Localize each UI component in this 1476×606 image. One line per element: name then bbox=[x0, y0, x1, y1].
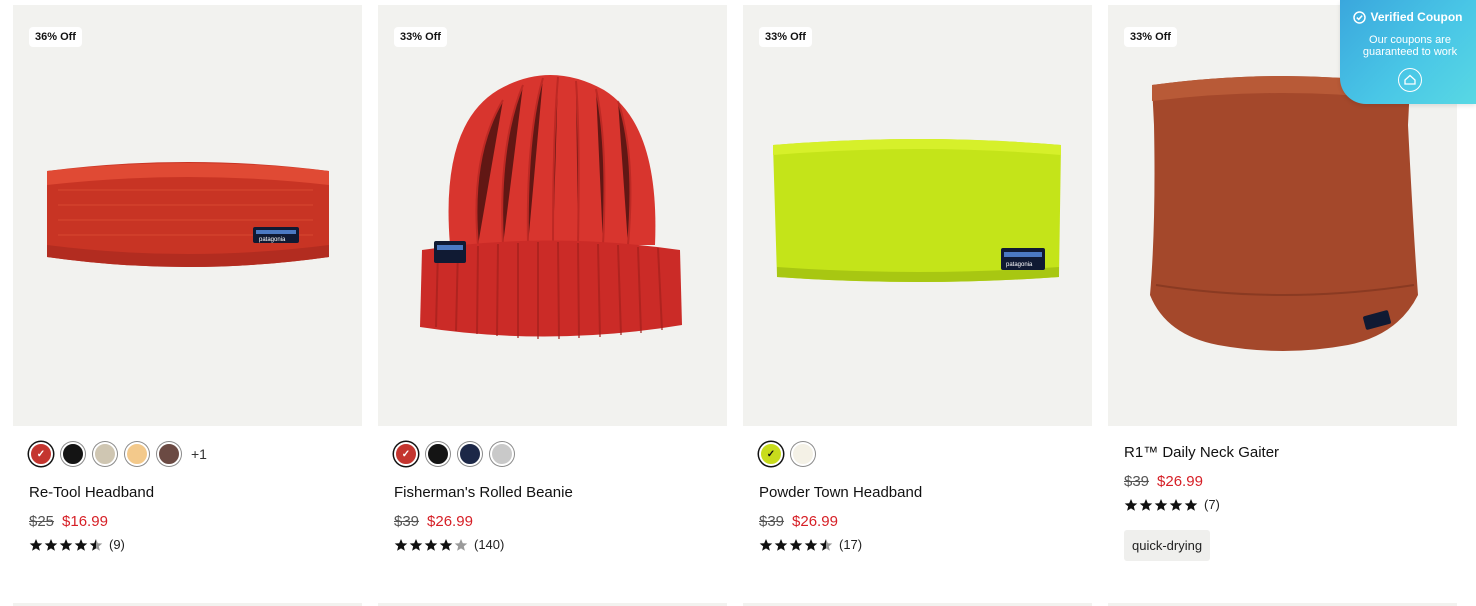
product-name[interactable]: Powder Town Headband bbox=[759, 484, 922, 501]
star-icon bbox=[29, 538, 43, 551]
color-swatches: ✓ bbox=[394, 441, 514, 467]
verified-coupon-widget[interactable]: Verified Coupon Our coupons are guarante… bbox=[1340, 0, 1476, 104]
star-icon bbox=[424, 538, 438, 551]
review-count: (17) bbox=[839, 537, 863, 552]
red-headband-image: patagonia bbox=[47, 162, 329, 267]
star-icon bbox=[439, 538, 453, 551]
product-card[interactable]: patagonia 33% Off ✓ Powder Town Headband… bbox=[743, 0, 1092, 606]
star-icon bbox=[1169, 498, 1183, 511]
color-swatch[interactable] bbox=[791, 442, 815, 466]
discount-badge: 33% Off bbox=[759, 27, 812, 47]
star-icon bbox=[1184, 498, 1198, 511]
star-icon bbox=[454, 538, 468, 551]
star-icon bbox=[394, 538, 408, 551]
star-rating bbox=[394, 538, 468, 552]
product-name[interactable]: R1™ Daily Neck Gaiter bbox=[1124, 444, 1279, 461]
product-image[interactable]: 33% Off bbox=[378, 5, 727, 426]
sale-price: $16.99 bbox=[62, 513, 108, 530]
more-colors-count[interactable]: +1 bbox=[191, 446, 207, 462]
star-rating bbox=[1124, 498, 1198, 512]
star-icon bbox=[59, 538, 73, 551]
color-swatches: ✓ +1 bbox=[29, 441, 207, 467]
sale-price: $26.99 bbox=[792, 513, 838, 530]
product-card[interactable]: 33% Off ✓ Fisherman's Rolled Beanie $39 $… bbox=[378, 0, 727, 606]
color-swatch[interactable] bbox=[93, 442, 117, 466]
original-price: $39 bbox=[1124, 473, 1150, 490]
discount-badge: 36% Off bbox=[29, 27, 82, 47]
color-swatches: ✓ bbox=[759, 441, 815, 467]
check-circle-icon bbox=[1353, 10, 1367, 24]
price-block: $39 $26.99 bbox=[1124, 473, 1203, 490]
color-swatch[interactable] bbox=[426, 442, 450, 466]
product-image[interactable]: patagonia 36% Off bbox=[13, 5, 362, 426]
star-icon bbox=[74, 538, 88, 551]
price-block: $39 $26.99 bbox=[394, 513, 473, 530]
star-icon bbox=[1124, 498, 1138, 511]
star-icon bbox=[44, 538, 58, 551]
discount-badge: 33% Off bbox=[1124, 27, 1177, 47]
color-swatch[interactable] bbox=[61, 442, 85, 466]
star-icon bbox=[819, 538, 833, 551]
coupon-title-row: Verified Coupon bbox=[1340, 10, 1476, 24]
review-count: (9) bbox=[109, 537, 125, 552]
sale-price: $26.99 bbox=[427, 513, 473, 530]
red-beanie-image bbox=[420, 75, 682, 340]
product-image[interactable]: patagonia 33% Off bbox=[743, 5, 1092, 426]
svg-text:patagonia: patagonia bbox=[1006, 262, 1033, 268]
color-swatch-selected[interactable]: ✓ bbox=[759, 442, 783, 466]
star-icon bbox=[409, 538, 423, 551]
original-price: $39 bbox=[394, 513, 420, 530]
home-logo-icon[interactable] bbox=[1398, 68, 1422, 92]
original-price: $39 bbox=[759, 513, 785, 530]
star-icon bbox=[774, 538, 788, 551]
sale-price: $26.99 bbox=[1157, 473, 1203, 490]
review-count: (7) bbox=[1204, 497, 1220, 512]
color-swatch-selected[interactable]: ✓ bbox=[29, 442, 53, 466]
color-swatch[interactable] bbox=[125, 442, 149, 466]
product-rating[interactable]: (17) bbox=[759, 537, 862, 552]
review-count: (140) bbox=[474, 537, 505, 552]
product-name[interactable]: Fisherman's Rolled Beanie bbox=[394, 484, 573, 501]
product-card[interactable]: patagonia 36% Off ✓ +1 Re-Tool Headband … bbox=[13, 0, 362, 606]
feature-tag[interactable]: quick-drying bbox=[1124, 530, 1211, 561]
color-swatch[interactable] bbox=[490, 442, 514, 466]
product-grid: patagonia 36% Off ✓ +1 Re-Tool Headband … bbox=[0, 0, 1476, 606]
svg-text:patagonia: patagonia bbox=[259, 237, 286, 243]
color-swatch-selected[interactable]: ✓ bbox=[394, 442, 418, 466]
discount-badge: 33% Off bbox=[394, 27, 447, 47]
color-swatch[interactable] bbox=[458, 442, 482, 466]
star-icon bbox=[759, 538, 773, 551]
star-icon bbox=[789, 538, 803, 551]
star-rating bbox=[759, 538, 833, 552]
star-icon bbox=[804, 538, 818, 551]
star-icon bbox=[1154, 498, 1168, 511]
product-rating[interactable]: (140) bbox=[394, 537, 504, 552]
price-block: $25 $16.99 bbox=[29, 513, 108, 530]
lime-headband-image: patagonia bbox=[773, 139, 1061, 282]
product-rating[interactable]: (9) bbox=[29, 537, 125, 552]
coupon-subtitle: Our coupons are guaranteed to work bbox=[1362, 34, 1458, 58]
original-price: $25 bbox=[29, 513, 55, 530]
product-rating[interactable]: (7) bbox=[1124, 497, 1220, 512]
product-name[interactable]: Re-Tool Headband bbox=[29, 484, 154, 501]
coupon-title: Verified Coupon bbox=[1370, 10, 1463, 24]
star-icon bbox=[1139, 498, 1153, 511]
star-rating bbox=[29, 538, 103, 552]
star-icon bbox=[89, 538, 103, 551]
price-block: $39 $26.99 bbox=[759, 513, 838, 530]
color-swatch[interactable] bbox=[157, 442, 181, 466]
